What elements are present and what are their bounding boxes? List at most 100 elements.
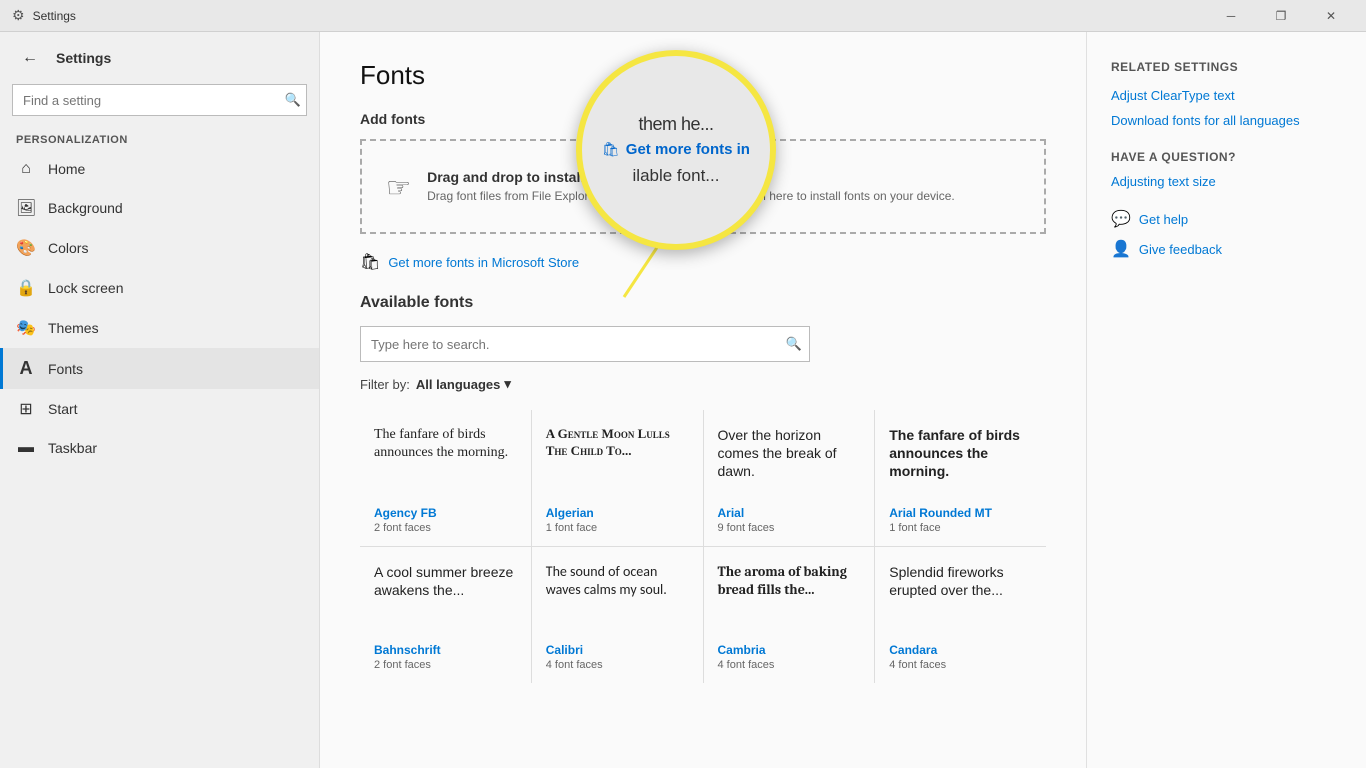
magnify-avail-text: ilable font... (633, 166, 720, 186)
give-feedback-link[interactable]: Give feedback (1139, 242, 1222, 257)
taskbar-icon: ▬ (16, 439, 36, 457)
sidebar-item-taskbar[interactable]: ▬ Taskbar (0, 429, 319, 467)
font-card-bahnschrift[interactable]: A cool summer breeze awakens the... Bahn… (360, 547, 531, 683)
filter-row: Filter by: All languages ▾ (360, 376, 1046, 392)
related-link-download-fonts[interactable]: Download fonts for all languages (1111, 113, 1342, 128)
font-faces-arial: 9 font faces (718, 522, 861, 534)
font-preview-arial: Over the horizon comes the break of dawn… (718, 426, 861, 496)
feedback-icon: 👤 (1111, 239, 1131, 259)
sidebar-item-colors[interactable]: 🎨 Colors (0, 228, 319, 268)
sidebar-item-taskbar-label: Taskbar (48, 440, 97, 456)
sidebar-item-home[interactable]: ⌂ Home (0, 150, 319, 188)
font-name-algerian: Algerian (546, 506, 689, 520)
store-bag-icon: 🛍 (360, 252, 380, 272)
font-card-calibri[interactable]: The sound of ocean waves calms my soul. … (532, 547, 703, 683)
font-name-calibri: Calibri (546, 643, 689, 657)
font-search-input[interactable] (360, 326, 810, 362)
sidebar-item-lock-screen[interactable]: 🔒 Lock screen (0, 268, 319, 308)
app-body: ← Settings 🔍 Personalization ⌂ Home 🖼 Ba… (0, 32, 1366, 768)
font-grid: The fanfare of birds announces the morni… (360, 410, 1046, 683)
font-name-arial-rounded: Arial Rounded MT (889, 506, 1032, 520)
colors-icon: 🎨 (16, 238, 36, 258)
sidebar-item-fonts-label: Fonts (48, 361, 83, 377)
give-feedback-item[interactable]: 👤 Give feedback (1111, 239, 1342, 259)
font-card-arial-rounded[interactable]: The fanfare of birds announces the morni… (875, 410, 1046, 546)
sidebar-app-title: Settings (56, 50, 111, 66)
font-card-agency-fb[interactable]: The fanfare of birds announces the morni… (360, 410, 531, 546)
lock-icon: 🔒 (16, 278, 36, 298)
font-faces-arial-rounded: 1 font face (889, 522, 1032, 534)
font-faces-agency: 2 font faces (374, 522, 517, 534)
font-preview-candara: Splendid fireworks erupted over the... (889, 563, 1032, 633)
related-settings-title: Related Settings (1111, 60, 1342, 74)
font-search-wrapper: 🔍 (360, 326, 810, 362)
filter-label: Filter by: (360, 377, 410, 392)
themes-icon: 🎭 (16, 318, 36, 338)
title-bar: ⚙ Settings ─ ❐ ✕ (0, 0, 1366, 32)
get-help-item[interactable]: 💬 Get help (1111, 209, 1342, 229)
sidebar-item-themes-label: Themes (48, 320, 99, 336)
font-preview-cambria: The aroma of baking bread fills the... (718, 563, 861, 633)
search-input[interactable] (12, 84, 307, 116)
filter-dropdown[interactable]: All languages ▾ (416, 376, 511, 392)
chevron-down-icon: ▾ (504, 376, 511, 392)
window-title: Settings (33, 9, 76, 23)
right-panel: Related Settings Adjust ClearType text D… (1086, 32, 1366, 768)
font-faces-algerian: 1 font face (546, 522, 689, 534)
sidebar-item-background[interactable]: 🖼 Background (0, 188, 319, 228)
sidebar-item-lock-label: Lock screen (48, 280, 123, 296)
font-card-candara[interactable]: Splendid fireworks erupted over the... C… (875, 547, 1046, 683)
sidebar-header: ← Settings (0, 32, 319, 84)
fonts-icon: A (16, 358, 36, 379)
font-name-arial: Arial (718, 506, 861, 520)
filter-value: All languages (416, 377, 501, 392)
font-preview-arial-rounded: The fanfare of birds announces the morni… (889, 426, 1032, 496)
font-name-candara: Candara (889, 643, 1032, 657)
background-icon: 🖼 (16, 198, 36, 218)
font-faces-bahnschrift: 2 font faces (374, 659, 517, 671)
magnify-overlay: them he... 🛍 Get more fonts in ilable fo… (576, 50, 776, 250)
app-icon: ⚙ (12, 7, 25, 24)
sidebar-item-themes[interactable]: 🎭 Themes (0, 308, 319, 348)
question-link-text-size[interactable]: Adjusting text size (1111, 174, 1342, 189)
chat-icon: 💬 (1111, 209, 1131, 229)
font-card-algerian[interactable]: A Gentle Moon Lulls The Child To... Alge… (532, 410, 703, 546)
sidebar-item-start-label: Start (48, 401, 78, 417)
home-icon: ⌂ (16, 160, 36, 178)
store-link-text[interactable]: Get more fonts in Microsoft Store (388, 255, 579, 270)
font-faces-candara: 4 font faces (889, 659, 1032, 671)
sidebar-item-background-label: Background (48, 200, 123, 216)
sidebar-section-label: Personalization (0, 124, 319, 150)
font-preview-algerian: A Gentle Moon Lulls The Child To... (546, 426, 689, 496)
search-box: 🔍 (12, 84, 307, 116)
question-title: Have a question? (1111, 150, 1342, 164)
magnify-store-icon: 🛍 (602, 141, 620, 158)
start-icon: ⊞ (16, 399, 36, 419)
font-card-cambria[interactable]: The aroma of baking bread fills the... C… (704, 547, 875, 683)
font-search-icon: 🔍 (786, 336, 802, 352)
font-name-cambria: Cambria (718, 643, 861, 657)
font-preview-calibri: The sound of ocean waves calms my soul. (546, 563, 689, 633)
close-button[interactable]: ✕ (1308, 0, 1354, 32)
sidebar-item-colors-label: Colors (48, 240, 88, 256)
sidebar-item-home-label: Home (48, 161, 85, 177)
drop-cursor-icon: ☞ (386, 171, 411, 204)
main-content: them he... 🛍 Get more fonts in ilable fo… (320, 32, 1086, 768)
font-card-arial[interactable]: Over the horizon comes the break of dawn… (704, 410, 875, 546)
minimize-button[interactable]: ─ (1208, 0, 1254, 32)
search-icon-button[interactable]: 🔍 (285, 92, 301, 108)
font-faces-cambria: 4 font faces (718, 659, 861, 671)
font-name-agency: Agency FB (374, 506, 517, 520)
get-help-link[interactable]: Get help (1139, 212, 1188, 227)
magnify-store-text: Get more fonts in (626, 141, 750, 158)
font-preview-bahnschrift: A cool summer breeze awakens the... (374, 563, 517, 633)
magnify-store-row: 🛍 Get more fonts in (602, 141, 750, 158)
related-link-cleartype[interactable]: Adjust ClearType text (1111, 88, 1342, 103)
window-controls: ─ ❐ ✕ (1208, 0, 1354, 32)
restore-button[interactable]: ❐ (1258, 0, 1304, 32)
sidebar-item-start[interactable]: ⊞ Start (0, 389, 319, 429)
font-preview-agency: The fanfare of birds announces the morni… (374, 426, 517, 496)
font-faces-calibri: 4 font faces (546, 659, 689, 671)
sidebar-item-fonts[interactable]: A Fonts (0, 348, 319, 389)
back-button[interactable]: ← (16, 44, 44, 72)
